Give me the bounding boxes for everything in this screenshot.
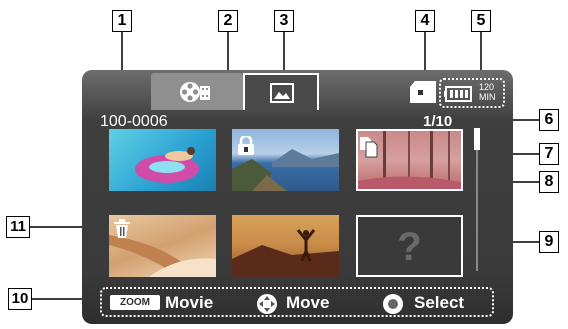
thumbnail-pool[interactable] — [109, 129, 216, 191]
thumbnail-unknown[interactable]: ? — [356, 215, 463, 277]
callout-10: 10 — [8, 288, 32, 310]
move-label: Move — [286, 293, 330, 312]
callout-5: 5 — [471, 10, 491, 32]
memory-card-icon — [410, 81, 436, 103]
zoom-button-label[interactable]: ZOOM — [110, 295, 160, 310]
callout-2: 2 — [218, 10, 238, 32]
joystick-move-icon — [257, 294, 277, 314]
callout-3: 3 — [274, 10, 294, 32]
trash-icon — [114, 219, 130, 238]
battery-status: 120 MIN — [439, 78, 505, 108]
tab-video[interactable] — [151, 73, 243, 110]
callout-7: 7 — [539, 143, 559, 165]
film-reel-icon — [180, 82, 210, 102]
callout-4: 4 — [415, 10, 435, 32]
battery-time-value: 120 — [479, 82, 495, 92]
bottom-guide-bar: ZOOM Movie Move Select — [100, 287, 494, 317]
photo-icon — [270, 83, 294, 103]
select-button-icon — [383, 294, 403, 314]
battery-time-unit: MIN — [479, 92, 496, 102]
callout-8: 8 — [539, 171, 559, 193]
select-label: Select — [414, 293, 465, 312]
callout-9: 9 — [539, 231, 559, 253]
callout-1: 1 — [112, 10, 132, 32]
tab-photo[interactable] — [243, 73, 319, 110]
copy-icon — [360, 137, 378, 158]
question-mark: ? — [397, 225, 422, 269]
thumbnail-sunset[interactable] — [232, 215, 339, 277]
battery-icon — [444, 86, 472, 102]
lock-icon — [238, 136, 254, 155]
scroll-bar[interactable] — [474, 128, 480, 271]
callout-6: 6 — [539, 109, 559, 131]
movie-label: Movie — [165, 293, 214, 312]
callout-11: 11 — [6, 216, 30, 238]
